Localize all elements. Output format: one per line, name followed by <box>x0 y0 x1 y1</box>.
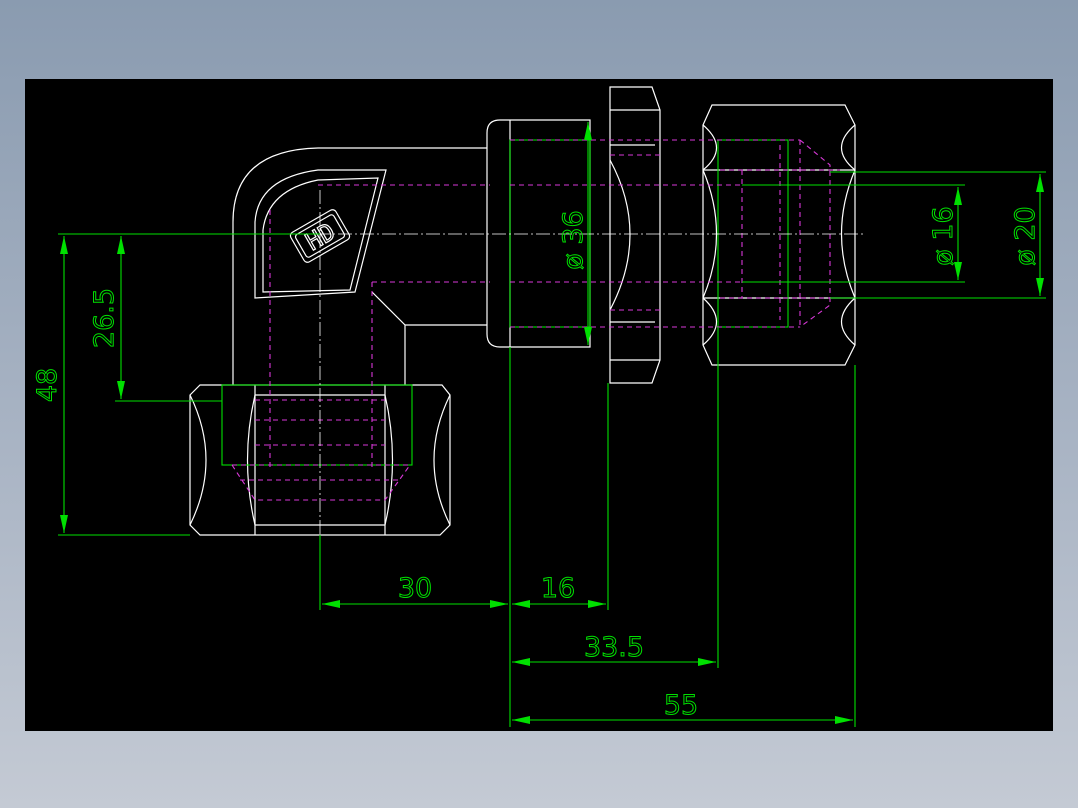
dimension-33-5-label: 33.5 <box>584 632 644 663</box>
dimension-33-5: 33.5 <box>512 632 716 666</box>
dimension-dia-36: ø 36 <box>558 122 592 345</box>
center-hex-nut <box>609 86 661 384</box>
hidden-lines <box>231 139 840 501</box>
dimension-26-5: 26.5 <box>89 236 222 402</box>
dimension-48-label: 48 <box>32 368 63 402</box>
dimension-55: 55 <box>512 690 853 724</box>
dimension-dia-36-label: ø 36 <box>558 210 589 269</box>
right-hex-nut <box>702 104 856 366</box>
dimension-26-5-label: 26.5 <box>89 288 120 348</box>
dimension-30-label: 30 <box>398 573 432 604</box>
dimension-16: 16 <box>512 573 606 608</box>
extension-lines <box>319 327 856 727</box>
elbow-body <box>232 147 487 385</box>
dimension-55-label: 55 <box>664 690 698 721</box>
cad-drawing-area: HD 48 26.5 ø 36 ø 16 ø 20 30 16 33.5 55 <box>25 79 1053 731</box>
dimension-dia-16: ø 16 <box>742 184 965 283</box>
dimension-30: 30 <box>322 573 508 608</box>
cad-drawing: HD 48 26.5 ø 36 ø 16 ø 20 30 16 33.5 55 <box>32 86 1046 727</box>
dimension-dia-20-label: ø 20 <box>1010 206 1041 265</box>
dimension-16-label: 16 <box>541 573 575 604</box>
dimension-dia-16-label: ø 16 <box>928 206 959 265</box>
